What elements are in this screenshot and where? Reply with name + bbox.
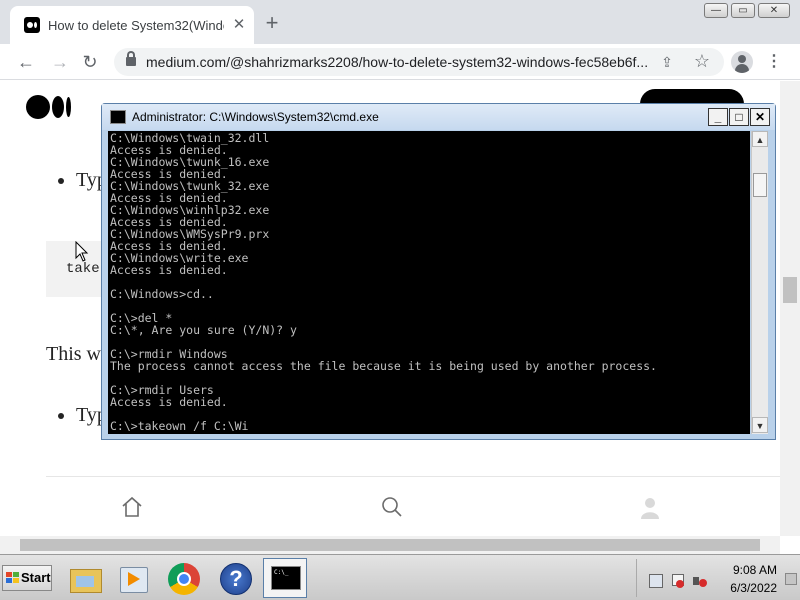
cmd-maximize-button[interactable]: □ (729, 108, 749, 126)
start-button[interactable]: Start (2, 565, 52, 591)
system-tray: 9:08 AM 6/3/2022 (636, 559, 798, 597)
share-icon[interactable]: ⇪ (658, 53, 676, 71)
cmd-window-title: Administrator: C:\Windows\System32\cmd.e… (132, 110, 379, 124)
browser-titlebar: How to delete System32(Window ✕ + — ▭ ✕ (0, 0, 800, 44)
cmd-scroll-thumb[interactable] (753, 173, 767, 197)
start-label: Start (21, 570, 51, 585)
window-close-button[interactable]: ✕ (758, 3, 790, 18)
help-icon[interactable]: ? (220, 563, 252, 595)
lock-icon[interactable] (126, 51, 136, 66)
cmd-minimize-button[interactable]: _ (708, 108, 728, 126)
cmd-close-button[interactable]: ✕ (750, 108, 770, 126)
reload-button[interactable]: ↻ (78, 50, 102, 74)
user-avatar-icon[interactable] (638, 495, 662, 519)
horizontal-scroll-thumb[interactable] (20, 539, 760, 551)
url-text[interactable]: medium.com/@shahrizmarks2208/how-to-dele… (146, 54, 652, 71)
page-horizontal-scrollbar[interactable] (0, 536, 780, 554)
show-desktop-icon[interactable] (785, 573, 797, 585)
cmd-app-icon[interactable] (110, 110, 126, 124)
file-explorer-icon[interactable] (68, 561, 104, 597)
search-icon[interactable] (380, 495, 404, 519)
cmd-console[interactable]: C:\Windows\twain_32.dll Access is denied.… (108, 131, 750, 434)
window-maximize-button[interactable]: ▭ (731, 3, 755, 18)
cmd-line: Access is denied. (110, 395, 228, 409)
tab-close-icon[interactable]: ✕ (230, 16, 248, 34)
article-paragraph-text: This w (46, 343, 101, 365)
cmd-taskbar-icon: C:\_ (271, 566, 301, 590)
clock-date[interactable]: 6/3/2022 (707, 581, 777, 597)
bullet-icon (58, 413, 64, 419)
bullet-icon (58, 178, 64, 184)
media-player-icon[interactable] (116, 561, 152, 597)
bookmark-star-icon[interactable]: ☆ (692, 51, 712, 71)
browser-menu-icon[interactable]: ⋮ (764, 51, 784, 73)
home-icon[interactable] (120, 495, 144, 519)
bottom-nav-bar (46, 476, 780, 536)
cmd-line: C:\Windows>cd.. (110, 287, 214, 301)
code-text: take (66, 261, 100, 277)
cmd-line: Access is denied. (110, 263, 228, 277)
page-vertical-scrollbar[interactable] (780, 81, 800, 536)
volume-muted-icon[interactable] (691, 573, 707, 589)
network-icon[interactable] (647, 573, 663, 589)
scroll-down-arrow-icon[interactable]: ▼ (752, 417, 768, 433)
clock-time[interactable]: 9:08 AM (707, 563, 777, 579)
windows-logo-icon (6, 572, 19, 584)
cmd-output: C:\Windows\twain_32.dll Access is denied.… (110, 132, 750, 432)
medium-favicon-icon (24, 17, 40, 33)
browser-toolbar: ← → ↻ medium.com/@shahrizmarks2208/how-t… (0, 44, 800, 80)
scroll-up-arrow-icon[interactable]: ▲ (752, 131, 768, 147)
forward-button[interactable]: → (48, 50, 72, 74)
page-scroll-thumb[interactable] (783, 277, 797, 303)
medium-logo[interactable] (26, 93, 74, 121)
cmd-window[interactable]: Administrator: C:\Windows\System32\cmd.e… (101, 103, 776, 440)
cmd-taskbar-button[interactable]: C:\_ (263, 558, 307, 598)
taskbar: Start ? C:\_ 9:08 AM 6/3/2022 (0, 554, 800, 600)
browser-tab[interactable]: How to delete System32(Window ✕ (10, 6, 254, 44)
chrome-icon[interactable] (168, 563, 200, 595)
cmd-line: C:\>takeown /f C:\Wi (110, 419, 249, 433)
tab-title: How to delete System32(Window (48, 18, 224, 33)
action-center-icon[interactable] (669, 573, 685, 589)
cmd-line: The process cannot access the file becau… (110, 359, 657, 373)
address-bar[interactable]: medium.com/@shahrizmarks2208/how-to-dele… (114, 48, 724, 76)
cmd-scrollbar[interactable]: ▲ ▼ (751, 131, 768, 434)
back-button[interactable]: ← (14, 50, 38, 74)
cmd-line (110, 300, 750, 312)
new-tab-button[interactable]: + (262, 12, 282, 34)
cmd-line: C:\*, Are you sure (Y/N)? y (110, 323, 297, 337)
mouse-cursor-icon (75, 241, 89, 262)
profile-avatar[interactable] (731, 51, 753, 73)
window-minimize-button[interactable]: — (704, 3, 728, 18)
cmd-titlebar[interactable]: Administrator: C:\Windows\System32\cmd.e… (102, 104, 775, 130)
